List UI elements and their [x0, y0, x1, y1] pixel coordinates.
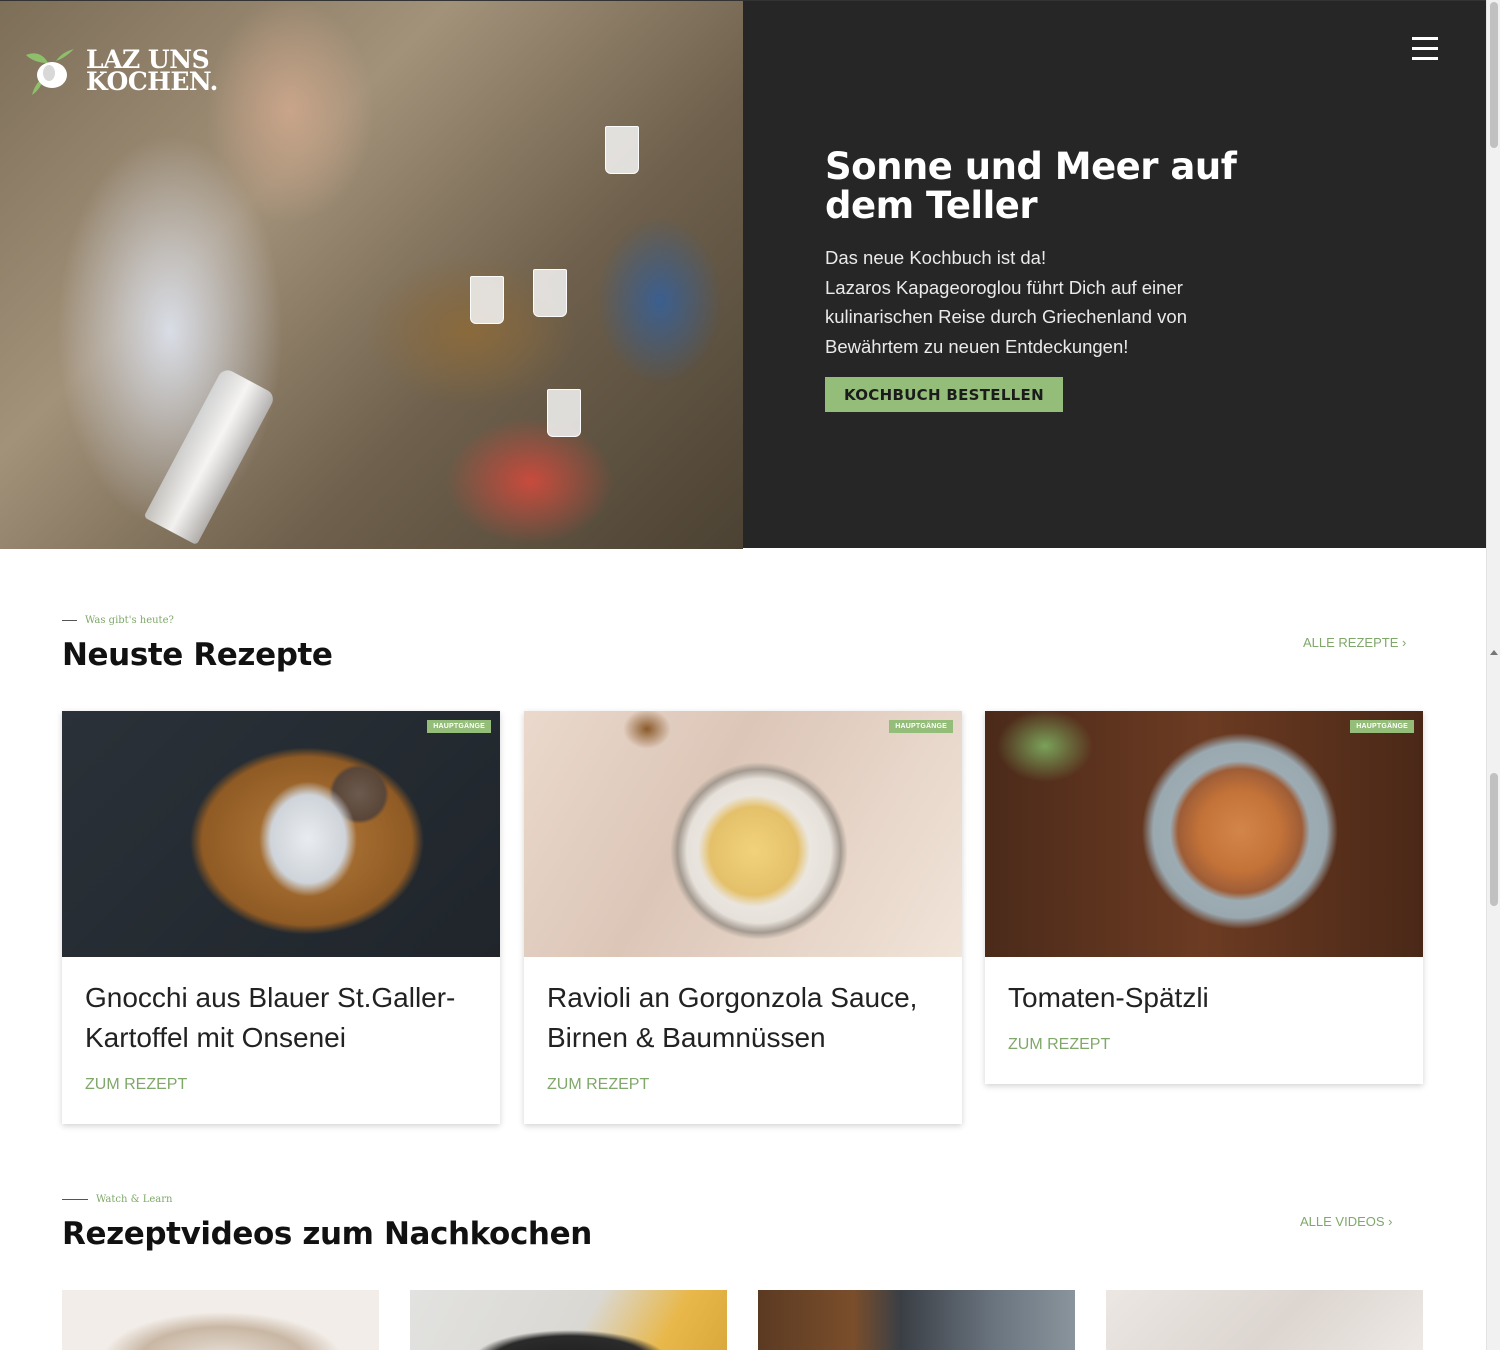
hamburger-menu-icon[interactable]: [1408, 35, 1442, 63]
video-thumbnail[interactable]: [62, 1290, 379, 1350]
page-scrollbar[interactable]: [1486, 0, 1500, 1350]
recipes-title: Neuste Rezepte: [62, 637, 333, 673]
recipes-eyebrow: Was gibt's heute?: [62, 615, 174, 626]
recipe-link[interactable]: ZUM REZEPT: [1008, 1036, 1110, 1054]
videos-title: Rezeptvideos zum Nachkochen: [62, 1216, 592, 1252]
hero-text: Das neue Kochbuch ist da! Lazaros Kapage…: [825, 243, 1245, 361]
recipe-image[interactable]: HAUPTGÄNGE: [985, 711, 1423, 957]
hero-content: Sonne und Meer auf dem Teller Das neue K…: [825, 147, 1245, 412]
category-badge: HAUPTGÄNGE: [889, 720, 953, 733]
recipe-title[interactable]: Tomaten-Spätzli: [1008, 978, 1400, 1018]
hero-text-line: Lazaros Kapageoroglou führt Dich auf ein…: [825, 276, 1183, 298]
video-thumbnail[interactable]: [758, 1290, 1075, 1350]
recipe-card[interactable]: HAUPTGÄNGE Gnocchi aus Blauer St.Galler-…: [62, 711, 500, 1124]
videos-eyebrow: Watch & Learn: [62, 1194, 172, 1205]
recipe-card[interactable]: HAUPTGÄNGE Tomaten-Spätzli ZUM REZEPT: [985, 711, 1423, 1084]
videos-eyebrow-text: Watch & Learn: [96, 1194, 173, 1205]
recipe-title[interactable]: Gnocchi aus Blauer St.Galler-Kartoffel m…: [85, 978, 477, 1058]
video-thumbnail[interactable]: [1106, 1290, 1423, 1350]
site-logo[interactable]: LAZ UNS KOCHEN.: [22, 43, 218, 99]
recipes-eyebrow-text: Was gibt's heute?: [85, 615, 174, 626]
order-cookbook-button[interactable]: KOCHBUCH BESTELLEN: [825, 377, 1063, 412]
all-recipes-link[interactable]: ALLE REZEPTE ›: [1303, 635, 1406, 650]
all-videos-link[interactable]: ALLE VIDEOS ›: [1300, 1214, 1392, 1229]
hero-text-line: Bewährtem zu neuen Entdeckungen!: [825, 335, 1129, 357]
logo-wordmark: LAZ UNS KOCHEN.: [86, 47, 218, 96]
scrollbar-thumb[interactable]: [1490, 2, 1498, 148]
hero-banner: LAZ UNS KOCHEN. Sonne und Meer auf dem T…: [0, 0, 1486, 549]
recipe-image[interactable]: HAUPTGÄNGE: [524, 711, 962, 957]
category-badge: HAUPTGÄNGE: [1350, 720, 1414, 733]
recipe-title[interactable]: Ravioli an Gorgonzola Sauce, Birnen & Ba…: [547, 978, 939, 1058]
hero-title: Sonne und Meer auf dem Teller: [825, 145, 1237, 227]
logo-line-2: KOCHEN.: [86, 67, 218, 96]
scrollbar-thumb[interactable]: [1490, 773, 1498, 906]
hero-text-line: kulinarischen Reise durch Griechenland v…: [825, 306, 1187, 327]
recipe-link[interactable]: ZUM REZEPT: [547, 1076, 649, 1094]
recipe-card[interactable]: HAUPTGÄNGE Ravioli an Gorgonzola Sauce, …: [524, 711, 962, 1124]
scroll-up-arrow-icon[interactable]: [1490, 650, 1498, 655]
category-badge: HAUPTGÄNGE: [427, 720, 491, 733]
video-thumbnail[interactable]: [410, 1290, 727, 1350]
olive-branch-logo-icon: [26, 49, 74, 95]
hero-text-line: Das neue Kochbuch ist da!: [825, 247, 1047, 268]
recipe-image[interactable]: HAUPTGÄNGE: [62, 711, 500, 957]
recipe-link[interactable]: ZUM REZEPT: [85, 1076, 187, 1094]
